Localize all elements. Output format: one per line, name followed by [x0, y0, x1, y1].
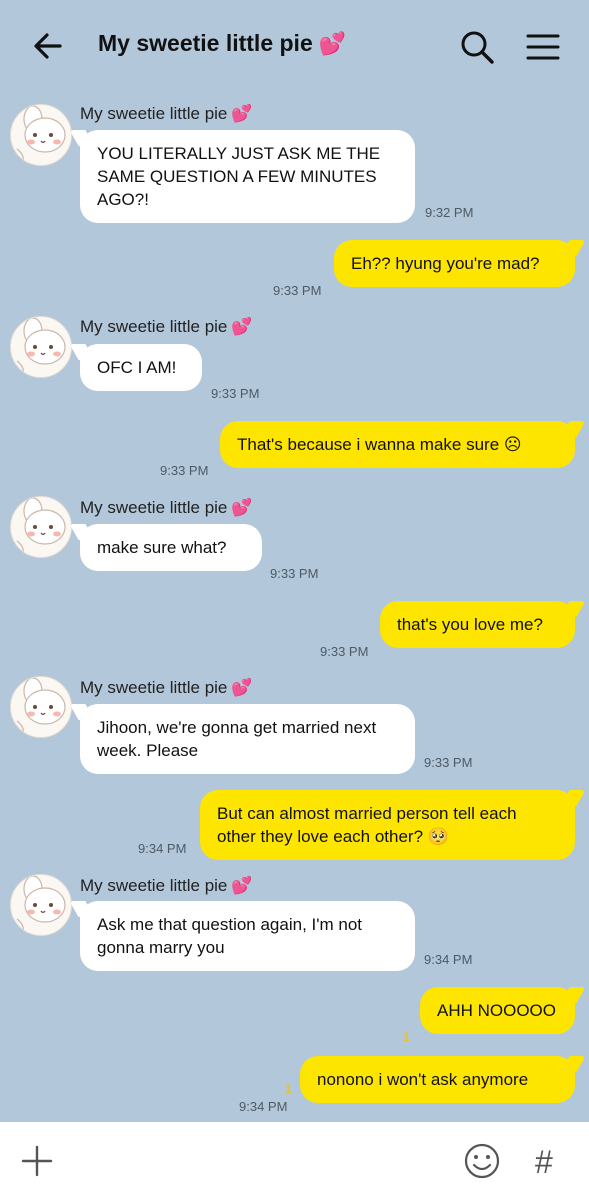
message-time: 9:33 PM: [270, 566, 319, 581]
message-time: 9:33 PM: [211, 386, 260, 401]
search-icon[interactable]: [458, 28, 496, 66]
avatar[interactable]: [10, 874, 72, 936]
avatar[interactable]: [10, 496, 72, 558]
avatar[interactable]: [10, 676, 72, 738]
message-bubble-incoming[interactable]: Jihoon, we're gonna get married next wee…: [80, 704, 415, 774]
chat-title: My sweetie little pie: [98, 30, 313, 56]
message-time: 9:33 PM: [273, 283, 322, 298]
chat-header: My sweetie little pie 💕: [0, 0, 589, 92]
message-bubble-outgoing[interactable]: AHH NOOOOO: [420, 987, 575, 1034]
smiley-icon[interactable]: [463, 1142, 501, 1180]
hamburger-menu-icon[interactable]: [524, 30, 562, 64]
avatar[interactable]: [10, 104, 72, 166]
bunny-avatar-icon: [16, 105, 66, 164]
message-bubble-outgoing[interactable]: nonono i won't ask anymore: [300, 1056, 575, 1103]
message-bubble-outgoing[interactable]: That's because i wanna make sure ☹: [220, 421, 575, 468]
message-bubble-outgoing[interactable]: Eh?? hyung you're mad?: [334, 240, 575, 287]
sender-name: My sweetie little pie 💕: [80, 678, 253, 697]
unread-count: 1: [403, 1030, 410, 1044]
message-time: 9:34 PM: [424, 952, 473, 967]
message-bubble-outgoing[interactable]: But can almost married person tell each …: [200, 790, 575, 860]
sender-name: My sweetie little pie 💕: [80, 498, 253, 517]
message-bubble-outgoing[interactable]: that's you love me?: [380, 601, 575, 648]
message-time: 9:34 PM: [239, 1099, 288, 1114]
message-time: 9:32 PM: [425, 205, 474, 220]
message-bubble-incoming[interactable]: OFC I AM!: [80, 344, 202, 391]
bunny-avatar-icon: [16, 497, 66, 556]
bunny-avatar-icon: [16, 875, 66, 934]
message-time: 9:33 PM: [160, 463, 209, 478]
bunny-avatar-icon: [16, 317, 66, 376]
message-time: 9:33 PM: [320, 644, 369, 659]
plus-icon[interactable]: [20, 1144, 54, 1178]
chat-input-bar: #: [0, 1122, 589, 1200]
sender-name: My sweetie little pie 💕: [80, 876, 253, 895]
message-bubble-incoming[interactable]: YOU LITERALLY JUST ASK ME THE SAME QUEST…: [80, 130, 415, 223]
sender-name: My sweetie little pie 💕: [80, 104, 253, 123]
sender-name: My sweetie little pie 💕: [80, 317, 253, 336]
avatar[interactable]: [10, 316, 72, 378]
message-time: 9:33 PM: [424, 755, 473, 770]
title-emoji: 💕: [318, 31, 347, 56]
message-bubble-incoming[interactable]: make sure what?: [80, 524, 262, 571]
message-time: 9:34 PM: [138, 841, 187, 856]
page-title: My sweetie little pie 💕: [98, 30, 346, 57]
message-bubble-incoming[interactable]: Ask me that question again, I'm not gonn…: [80, 901, 415, 971]
hashtag-button[interactable]: #: [535, 1144, 553, 1181]
unread-count: 1: [285, 1082, 292, 1096]
arrow-left-icon[interactable]: [30, 28, 66, 64]
bunny-avatar-icon: [16, 677, 66, 736]
